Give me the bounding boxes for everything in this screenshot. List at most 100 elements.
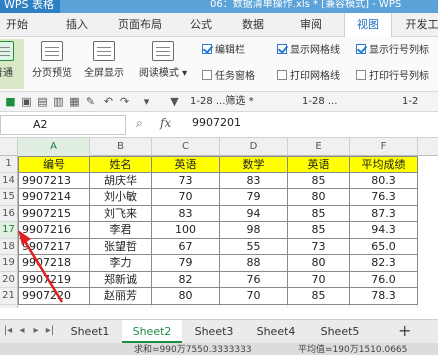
select-all-corner[interactable]: [0, 138, 18, 156]
tab-home[interactable]: 开始: [0, 13, 34, 37]
cell-average[interactable]: 87.3: [350, 205, 418, 222]
doc-tab-1[interactable]: 1-28 ...筛选 *: [186, 93, 258, 111]
column-header-b[interactable]: B: [90, 138, 152, 156]
cell-name[interactable]: 郑新诚: [90, 271, 152, 288]
print-icon[interactable]: ▤: [36, 95, 49, 108]
row-header[interactable]: 1: [0, 156, 18, 173]
cell-english2[interactable]: [288, 304, 350, 308]
column-header-g[interactable]: [418, 138, 438, 156]
column-header-f[interactable]: F: [350, 138, 418, 156]
cell-average[interactable]: 76.3: [350, 189, 418, 206]
row-header[interactable]: 19: [0, 255, 18, 272]
next-sheet-icon[interactable]: ▸: [30, 324, 42, 338]
cell-name[interactable]: 胡庆华: [90, 172, 152, 189]
cell-math[interactable]: 88: [220, 255, 288, 272]
cell-average[interactable]: 82.3: [350, 255, 418, 272]
cell-average[interactable]: 76.0: [350, 271, 418, 288]
cell-english[interactable]: 70: [152, 189, 220, 206]
cell-id[interactable]: 9907213: [18, 172, 90, 189]
print-gridlines-checkbox[interactable]: 打印网格线: [277, 70, 340, 84]
format-painter-icon[interactable]: ✎: [84, 95, 97, 108]
fullscreen-button[interactable]: 全屏显示: [76, 39, 132, 89]
print-preview-icon[interactable]: ▥: [52, 95, 65, 108]
show-gridlines-checkbox[interactable]: 显示网格线: [277, 44, 340, 58]
cell-name[interactable]: [90, 304, 152, 308]
row-header[interactable]: 16: [0, 205, 18, 222]
header-cell-id[interactable]: 编号: [18, 156, 90, 173]
cell-average[interactable]: [350, 304, 418, 308]
cell-average[interactable]: 78.3: [350, 288, 418, 305]
cell-english[interactable]: 83: [152, 205, 220, 222]
cell-math[interactable]: 83: [220, 172, 288, 189]
cell-name[interactable]: 李力: [90, 255, 152, 272]
header-cell-average[interactable]: 平均成绩: [350, 156, 418, 173]
sheet-tab-5[interactable]: Sheet5: [312, 320, 368, 343]
cell-id[interactable]: 9907214: [18, 189, 90, 206]
row-header[interactable]: 18: [0, 238, 18, 255]
doc-tab-3[interactable]: 1-2: [398, 93, 422, 111]
header-cell-name[interactable]: 姓名: [90, 156, 152, 173]
cell-english2[interactable]: 80: [288, 255, 350, 272]
prev-sheet-icon[interactable]: ◂: [16, 324, 28, 338]
page-break-preview-button[interactable]: 分页预览: [24, 39, 80, 89]
cell-math[interactable]: 55: [220, 238, 288, 255]
tab-developer[interactable]: 开发工: [402, 13, 438, 37]
cell-math[interactable]: 79: [220, 189, 288, 206]
sheet-tab-3[interactable]: Sheet3: [186, 320, 242, 343]
cell-english2[interactable]: 85: [288, 205, 350, 222]
cell-name[interactable]: 赵丽芳: [90, 288, 152, 305]
qat-customize-icon[interactable]: ▾: [140, 95, 153, 108]
add-sheet-icon[interactable]: +: [398, 322, 411, 340]
cell-english[interactable]: 73: [152, 172, 220, 189]
cell-math[interactable]: 94: [220, 205, 288, 222]
cell-english2[interactable]: 70: [288, 271, 350, 288]
tab-formulas[interactable]: 公式: [184, 13, 218, 37]
reading-mode-button[interactable]: 阅读模式 ▾: [132, 39, 194, 89]
doc-tab-2[interactable]: 1-28 ...: [298, 93, 341, 111]
first-sheet-icon[interactable]: |◂: [2, 324, 14, 338]
spreadsheet-grid[interactable]: A B C D E F 1 编号 姓名 英语 数学 英语 平均成绩 14 9907213 胡庆华 7…: [0, 138, 438, 308]
tab-view[interactable]: 视图: [344, 13, 392, 38]
column-header-d[interactable]: D: [220, 138, 288, 156]
cell-english[interactable]: [152, 304, 220, 308]
name-box[interactable]: A2: [0, 115, 126, 135]
cell-id[interactable]: 9907219: [18, 271, 90, 288]
column-header-c[interactable]: C: [152, 138, 220, 156]
row-header[interactable]: 21: [0, 288, 18, 305]
cell-english2[interactable]: 73: [288, 238, 350, 255]
cell-math[interactable]: 98: [220, 222, 288, 239]
cell-id[interactable]: 9907220: [18, 288, 90, 305]
cell-average[interactable]: 80.3: [350, 172, 418, 189]
cell-english[interactable]: 80: [152, 288, 220, 305]
export-pdf-icon[interactable]: ▦: [68, 95, 81, 108]
cell-id[interactable]: 9907217: [18, 238, 90, 255]
header-cell-english2[interactable]: 英语: [288, 156, 350, 173]
column-header-a[interactable]: A: [18, 138, 90, 156]
task-pane-checkbox[interactable]: 任务窗格: [202, 70, 255, 84]
column-header-e[interactable]: E: [288, 138, 350, 156]
cell-english[interactable]: 67: [152, 238, 220, 255]
function-icon[interactable]: fx: [160, 116, 171, 130]
cell-english[interactable]: 100: [152, 222, 220, 239]
tab-page-layout[interactable]: 页面布局: [112, 13, 168, 37]
tab-review[interactable]: 审阅: [294, 13, 328, 37]
save-icon[interactable]: ▣: [20, 95, 33, 108]
header-cell-math[interactable]: 数学: [220, 156, 288, 173]
header-cell-english[interactable]: 英语: [152, 156, 220, 173]
cell-math[interactable]: [220, 304, 288, 308]
cell-id[interactable]: 9907218: [18, 255, 90, 272]
cell-english2[interactable]: 80: [288, 189, 350, 206]
zoom-icon[interactable]: ⌕: [136, 116, 143, 131]
formula-input[interactable]: 9907201: [192, 116, 241, 129]
cell-english2[interactable]: 85: [288, 288, 350, 305]
formula-bar-checkbox[interactable]: 编辑栏: [202, 44, 245, 58]
row-header[interactable]: 17: [0, 222, 18, 239]
cell-math[interactable]: 70: [220, 288, 288, 305]
cell-average[interactable]: 94.3: [350, 222, 418, 239]
row-header[interactable]: 20: [0, 271, 18, 288]
tab-data[interactable]: 数据: [236, 13, 270, 37]
cell-english2[interactable]: 85: [288, 222, 350, 239]
cell-name[interactable]: 李君: [90, 222, 152, 239]
cell-english[interactable]: 79: [152, 255, 220, 272]
normal-view-button[interactable]: 普通: [0, 39, 24, 89]
